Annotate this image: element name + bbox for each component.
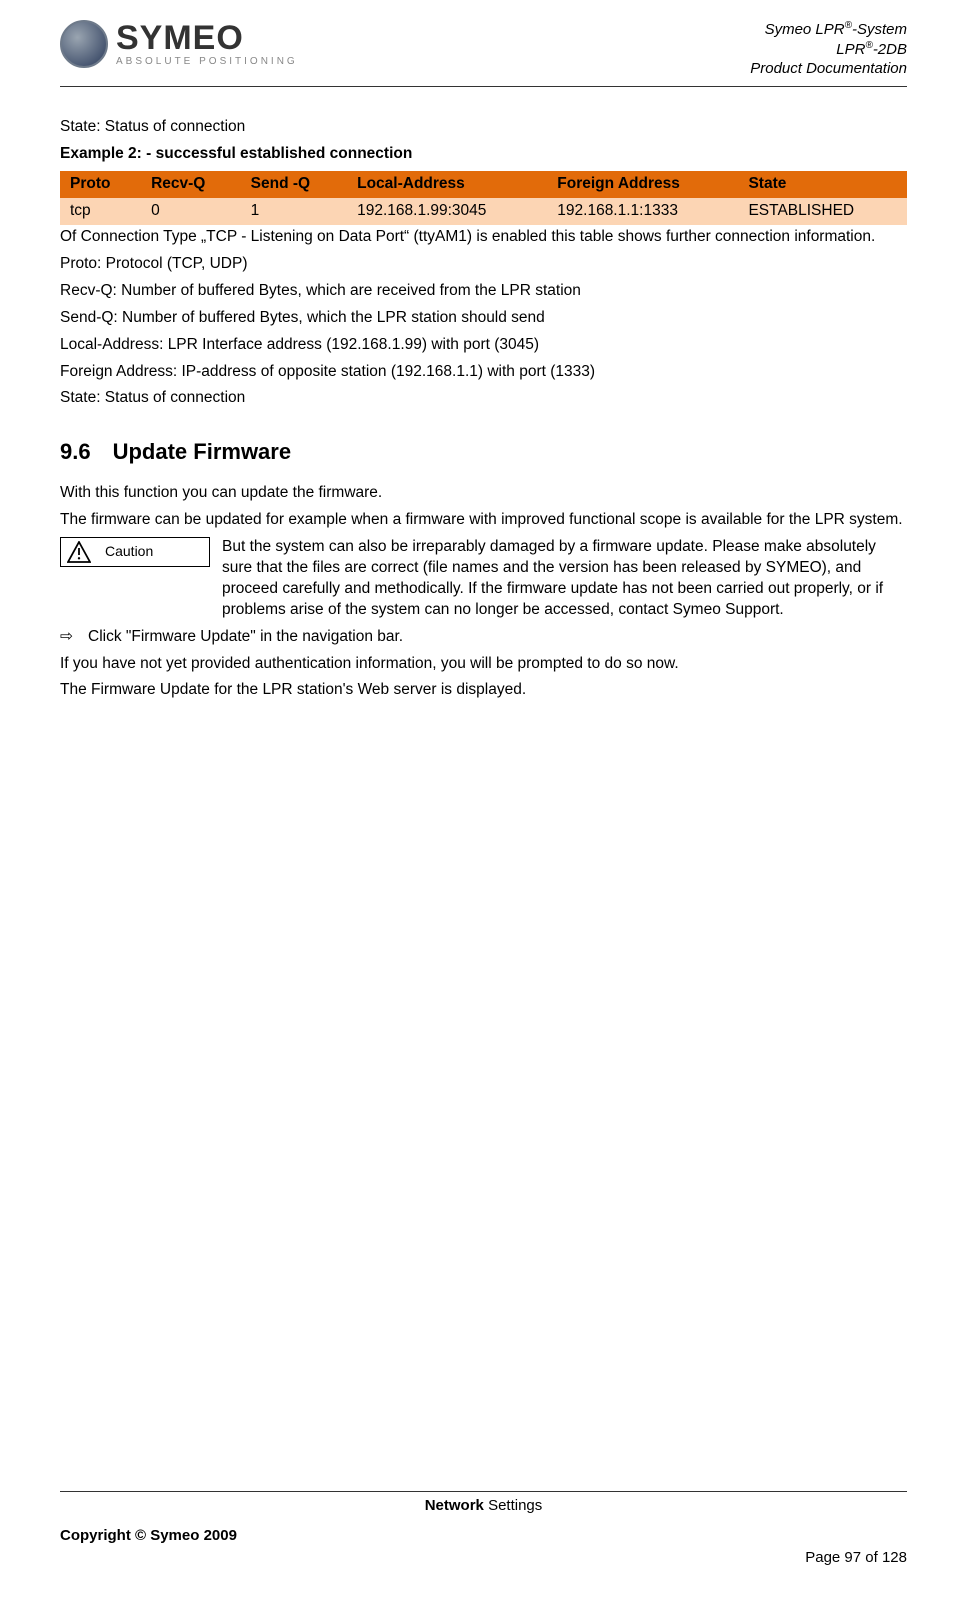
td-proto: tcp	[60, 198, 141, 225]
logo-brand: SYMEO	[116, 21, 298, 55]
td-foreign: 192.168.1.1:1333	[547, 198, 738, 225]
th-foreign: Foreign Address	[547, 171, 738, 198]
table-row: tcp 0 1 192.168.1.99:3045 192.168.1.1:13…	[60, 198, 907, 225]
section-heading: 9.6 Update Firmware	[60, 437, 907, 467]
def-state: State: Status of connection	[60, 388, 907, 409]
caution-label: Caution	[105, 542, 153, 561]
logo-icon	[60, 20, 108, 68]
arrow-icon: ⇨	[60, 627, 78, 648]
logo: SYMEO ABSOLUTE POSITIONING	[60, 20, 298, 68]
page-footer: Network Settings Copyright © Symeo 2009 …	[60, 1491, 907, 1569]
fw-paragraph-2: The firmware can be updated for example …	[60, 510, 907, 531]
page-number: Page 97 of 128	[805, 1548, 907, 1568]
after-table-note: Of Connection Type „TCP - Listening on D…	[60, 227, 907, 248]
td-recvq: 0	[141, 198, 241, 225]
table-header-row: Proto Recv-Q Send -Q Local-Address Forei…	[60, 171, 907, 198]
def-sendq: Send-Q: Number of buffered Bytes, which …	[60, 308, 907, 329]
state-line-top: State: Status of connection	[60, 117, 907, 138]
connection-table: Proto Recv-Q Send -Q Local-Address Forei…	[60, 171, 907, 225]
fw-paragraph-1: With this function you can update the fi…	[60, 483, 907, 504]
caution-block: Caution But the system can also be irrep…	[60, 537, 907, 621]
fw-paragraph-4: The Firmware Update for the LPR station'…	[60, 680, 907, 701]
def-foreign: Foreign Address: IP-address of opposite …	[60, 362, 907, 383]
th-state: State	[738, 171, 907, 198]
example-title: Example 2: - successful established conn…	[60, 144, 907, 165]
section-title: Update Firmware	[113, 439, 292, 464]
th-sendq: Send -Q	[241, 171, 347, 198]
instruction-step: ⇨ Click "Firmware Update" in the navigat…	[60, 627, 907, 648]
header-product-info: Symeo LPR®-System LPR®-2DB Product Docum…	[750, 20, 907, 78]
copyright: Copyright © Symeo 2009	[60, 1526, 237, 1568]
th-proto: Proto	[60, 171, 141, 198]
section-number: 9.6	[60, 439, 91, 464]
td-state: ESTABLISHED	[738, 198, 907, 225]
caution-badge: Caution	[60, 537, 210, 567]
def-recvq: Recv-Q: Number of buffered Bytes, which …	[60, 281, 907, 302]
def-local: Local-Address: LPR Interface address (19…	[60, 335, 907, 356]
th-recvq: Recv-Q	[141, 171, 241, 198]
td-sendq: 1	[241, 198, 347, 225]
def-proto: Proto: Protocol (TCP, UDP)	[60, 254, 907, 275]
fw-paragraph-3: If you have not yet provided authenticat…	[60, 654, 907, 675]
instruction-text: Click "Firmware Update" in the navigatio…	[88, 627, 403, 648]
logo-tagline: ABSOLUTE POSITIONING	[116, 57, 298, 67]
td-local: 192.168.1.99:3045	[347, 198, 547, 225]
caution-text: But the system can also be irreparably d…	[222, 537, 907, 621]
footer-section-title: Network Settings	[60, 1496, 907, 1516]
th-local: Local-Address	[347, 171, 547, 198]
caution-icon	[67, 541, 91, 563]
page-header: SYMEO ABSOLUTE POSITIONING Symeo LPR®-Sy…	[60, 20, 907, 87]
